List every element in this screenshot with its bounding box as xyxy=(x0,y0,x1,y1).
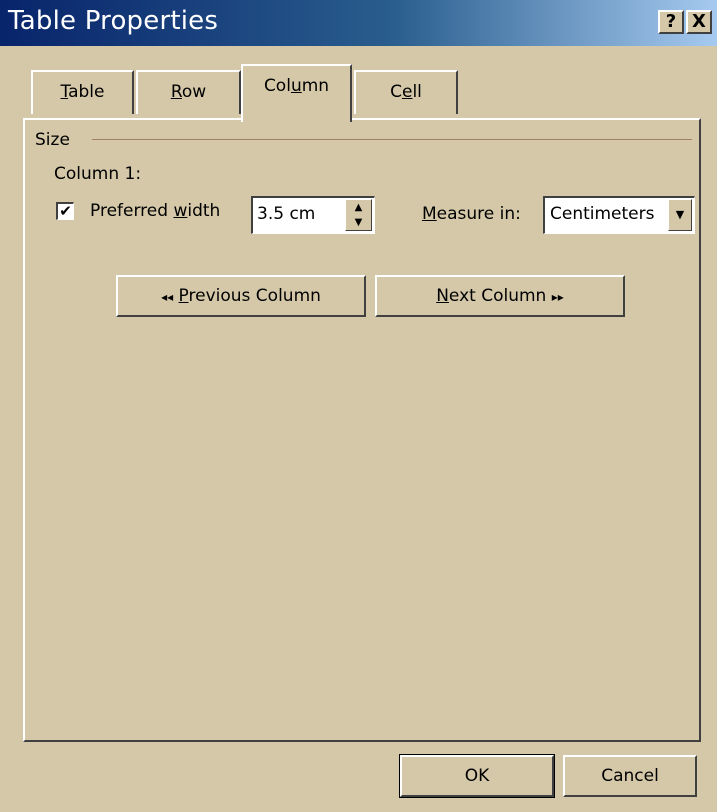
preferred-width-label-pre: Preferred xyxy=(90,201,174,221)
tab-row[interactable]: Row xyxy=(136,70,241,114)
measure-in-value[interactable]: Centimeters xyxy=(550,204,668,224)
preferred-width-value[interactable]: 3.5 cm xyxy=(257,204,315,224)
tab-cell[interactable]: Cell xyxy=(354,70,458,114)
close-button[interactable]: X xyxy=(686,10,712,34)
previous-mnemonic: P xyxy=(178,286,189,306)
spin-down-icon[interactable]: ▼ xyxy=(346,215,371,230)
column-number-label: Column 1: xyxy=(54,164,142,184)
tab-row-mnemonic: R xyxy=(170,82,182,102)
size-group-label: Size xyxy=(35,130,70,150)
preferred-width-label[interactable]: Preferred width xyxy=(90,201,220,221)
tab-table[interactable]: Table xyxy=(31,70,134,114)
previous-column-button[interactable]: ◂◂ Previous Column xyxy=(116,275,366,317)
tab-cell-label: Cell xyxy=(390,82,422,102)
width-spinner[interactable]: ▲ ▼ xyxy=(345,199,372,231)
tab-row-rest: ow xyxy=(181,82,207,102)
help-button[interactable]: ? xyxy=(658,10,684,34)
previous-column-label: revious Column xyxy=(188,286,321,306)
preferred-width-label-rest: idth xyxy=(187,201,221,221)
tab-cell-mnemonic: e xyxy=(401,82,413,102)
tab-cell-rest: ll xyxy=(412,82,422,102)
tab-column-pre: Col xyxy=(263,76,291,96)
tab-column-rest: mn xyxy=(301,76,330,96)
tab-row-label: Row xyxy=(171,82,206,102)
title-bar[interactable]: Table Properties ? X xyxy=(0,0,717,46)
tab-table-rest: able xyxy=(68,82,105,102)
chevron-down-icon[interactable]: ▼ xyxy=(668,199,692,231)
ok-button[interactable]: OK xyxy=(399,754,555,798)
preferred-width-mnemonic: w xyxy=(173,201,188,221)
preferred-width-checkbox[interactable]: ✔ xyxy=(56,202,74,220)
next-column-label: ext Column xyxy=(448,286,547,306)
next-mnemonic: N xyxy=(436,286,449,306)
next-column-button[interactable]: Next Column ▸▸ xyxy=(375,275,625,317)
size-group-divider xyxy=(92,139,692,140)
rewind-icon: ◂◂ xyxy=(161,290,174,304)
tab-cell-pre: C xyxy=(390,82,402,102)
tab-column-label: Column xyxy=(264,76,329,96)
tab-column-mnemonic: u xyxy=(290,76,302,96)
window-title: Table Properties xyxy=(8,6,219,36)
measure-in-mnemonic: M xyxy=(422,204,437,224)
tab-column[interactable]: Column xyxy=(241,64,352,122)
measure-in-label: Measure in: xyxy=(422,204,521,224)
tab-table-label: Table xyxy=(61,82,105,102)
fast-forward-icon: ▸▸ xyxy=(551,290,564,304)
cancel-button[interactable]: Cancel xyxy=(563,755,697,797)
tab-table-mnemonic: T xyxy=(60,82,69,102)
measure-in-label-rest: easure in: xyxy=(436,204,521,224)
spin-up-icon[interactable]: ▲ xyxy=(346,200,371,215)
